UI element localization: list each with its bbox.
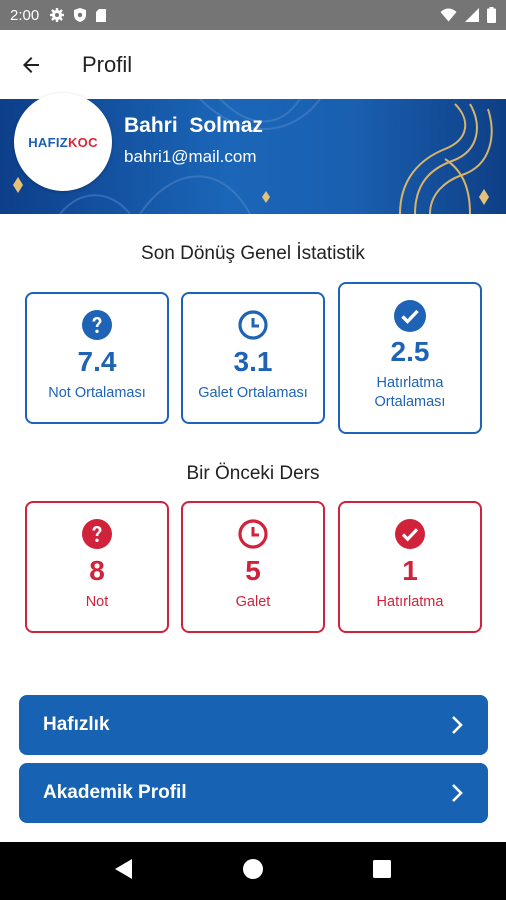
battery-icon	[487, 7, 496, 23]
status-bar: 2:00	[0, 0, 506, 30]
nav-recents-button[interactable]	[372, 859, 392, 884]
system-nav-bar	[0, 842, 506, 900]
nav-home-button[interactable]	[242, 858, 264, 885]
general-stats-title: Son Dönüş Genel İstatistik	[141, 243, 365, 264]
stat-value: 1	[402, 555, 418, 586]
lesson-card-galet: 5 Galet	[181, 501, 325, 633]
wifi-icon	[440, 8, 457, 22]
menu-button-label: Hafızlık	[43, 714, 110, 735]
menu-button-hafizlik[interactable]: Hafızlık	[19, 695, 488, 755]
gear-icon	[50, 8, 65, 22]
stat-card-reminder-average: 2.5 Hatırlatma Ortalaması	[338, 282, 482, 434]
stat-label: Galet	[235, 594, 271, 610]
menu-button-label: Akademik Profil	[43, 782, 187, 803]
stat-label: Galet Ortalaması	[198, 385, 308, 401]
user-name: Bahri Solmaz	[124, 114, 263, 137]
avatar: HAFIZKOC	[14, 93, 112, 191]
clock-icon	[238, 519, 268, 549]
user-email: bahri1@mail.com	[124, 147, 257, 166]
hafizkoc-logo: HAFIZKOC	[28, 134, 98, 150]
question-circle-icon	[82, 519, 112, 549]
sd-card-icon	[96, 8, 107, 22]
stat-value: 2.5	[390, 336, 430, 367]
menu-button-akademik-profil[interactable]: Akademik Profil	[19, 763, 488, 823]
triangle-back-icon	[115, 858, 132, 879]
square-recents-icon	[373, 859, 391, 878]
shield-icon	[74, 8, 87, 22]
back-button[interactable]	[0, 30, 66, 100]
check-circle-icon	[394, 300, 426, 332]
stat-card-note-average: 7.4 Not Ortalaması	[25, 292, 169, 424]
stat-value: 5	[245, 555, 261, 586]
circle-home-icon	[243, 858, 263, 879]
stat-label: Hatırlatma	[376, 594, 444, 610]
signal-icon	[465, 8, 479, 22]
lesson-card-reminder: 1 Hatırlatma	[338, 501, 482, 633]
arrow-left-icon	[23, 57, 39, 73]
chevron-right-icon	[452, 784, 463, 802]
status-time: 2:00	[10, 6, 40, 24]
stat-value: 8	[89, 555, 105, 586]
stat-label: Not Ortalaması	[48, 385, 146, 401]
lesson-card-note: 8 Not	[25, 501, 169, 633]
stat-label: Hatırlatma Ortalaması	[374, 375, 446, 410]
stat-label: Not	[85, 594, 109, 610]
stat-value: 3.1	[233, 346, 273, 377]
nav-back-button[interactable]	[114, 858, 134, 885]
chevron-right-icon	[452, 716, 463, 734]
app-bar: Profil	[0, 30, 506, 100]
stat-card-galet-average: 3.1 Galet Ortalaması	[181, 292, 325, 424]
stat-value: 7.4	[77, 346, 117, 377]
question-circle-icon	[82, 310, 112, 340]
clock-icon	[238, 310, 268, 340]
check-circle-icon	[395, 519, 425, 549]
previous-lesson-title: Bir Önceki Ders	[186, 463, 320, 484]
page-title: Profil	[82, 52, 133, 77]
